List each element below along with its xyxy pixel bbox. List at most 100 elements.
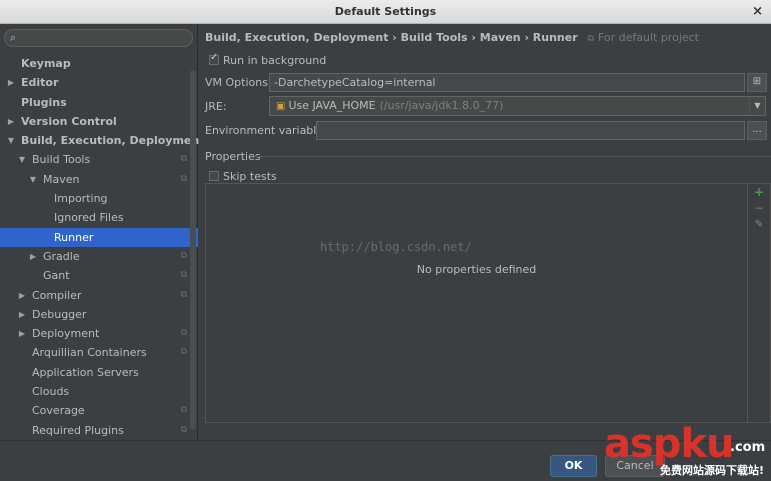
- vm-options-label: VM Options:: [205, 76, 272, 89]
- logo-com: .com: [730, 440, 766, 455]
- chevron-down-icon[interactable]: ▼: [28, 170, 38, 189]
- sidebar-item[interactable]: ▶ Version Control: [0, 112, 198, 131]
- sidebar-item-label: Clouds: [32, 385, 70, 399]
- project-level-icon: ⧉: [180, 424, 187, 435]
- sidebar-item-label: Version Control: [21, 114, 117, 128]
- sidebar-item[interactable]: ▼ Build Tools ⧉: [0, 150, 198, 169]
- search-input[interactable]: ⌕: [4, 29, 193, 47]
- sidebar-item[interactable]: ▶ Deployment ⧉: [0, 324, 198, 343]
- vm-options-field[interactable]: -DarchetypeCatalog=internal: [269, 73, 745, 92]
- jre-label: JRE:: [205, 100, 227, 113]
- sidebar-item-label: Ignored Files: [54, 211, 124, 225]
- sidebar-item[interactable]: Plugins: [0, 93, 198, 112]
- chevron-right-icon[interactable]: ▶: [6, 112, 16, 131]
- sidebar-item-label: Required Plugins: [32, 423, 124, 437]
- chevron-down-icon[interactable]: ▼: [6, 131, 16, 150]
- window-title: Default Settings: [334, 5, 437, 18]
- sidebar-item-label: Gradle: [43, 249, 80, 263]
- sidebar-item-label: Application Servers: [32, 365, 139, 379]
- properties-title: Properties: [205, 150, 261, 163]
- properties-toolbar: + − ✎: [748, 183, 771, 423]
- logo-asp: asp: [604, 421, 681, 467]
- project-icon: ⧉: [587, 34, 594, 44]
- project-level-icon: ⧉: [180, 328, 187, 339]
- settings-sidebar: ⌕ Keymap ▶ Editor Plugins ▶ Version Control ▼ B…: [0, 24, 205, 440]
- sidebar-item-label: Plugins: [21, 95, 67, 109]
- breadcrumb-path: Build, Execution, Deployment › Build Too…: [205, 31, 578, 44]
- logo-tagline: 免费网站源码下载站!: [660, 464, 765, 477]
- skip-tests-checkbox[interactable]: Skip tests: [209, 170, 277, 183]
- sidebar-item-label: Importing: [54, 192, 108, 206]
- chevron-down-icon[interactable]: ▼: [17, 150, 27, 169]
- sidebar-item[interactable]: ▶ Compiler ⧉: [0, 286, 198, 305]
- add-icon[interactable]: +: [748, 185, 770, 199]
- sidebar-item[interactable]: ▼ Build, Execution, Deployment: [0, 131, 205, 150]
- env-vars-label: Environment variables:: [205, 124, 333, 137]
- ok-button[interactable]: OK: [550, 455, 597, 477]
- sidebar-item[interactable]: Required Plugins ⧉: [0, 421, 198, 440]
- properties-table[interactable]: http://blog.csdn.net/ No properties defi…: [205, 183, 748, 423]
- sidebar-item[interactable]: Ignored Files: [0, 208, 198, 227]
- folder-icon: ▣: [276, 101, 286, 112]
- project-level-icon: ⧉: [180, 250, 187, 261]
- checkbox-box[interactable]: [209, 171, 219, 181]
- sidebar-item[interactable]: Application Servers: [0, 363, 198, 382]
- remove-icon[interactable]: −: [748, 201, 770, 215]
- sidebar-item[interactable]: Coverage ⧉: [0, 401, 198, 420]
- project-level-icon: ⧉: [180, 405, 187, 416]
- chevron-right-icon[interactable]: ▶: [17, 305, 27, 324]
- sidebar-item[interactable]: Gant ⧉: [0, 266, 198, 285]
- chevron-right-icon[interactable]: ▶: [28, 247, 38, 266]
- run-in-background-label: Run in background: [223, 54, 327, 67]
- close-icon[interactable]: ×: [752, 0, 763, 23]
- breadcrumb-hint: For default project: [597, 31, 699, 44]
- env-vars-browse-button[interactable]: ...: [747, 121, 767, 140]
- jre-value: Use JAVA_HOME: [288, 99, 376, 112]
- env-vars-field[interactable]: [316, 121, 745, 140]
- chevron-right-icon[interactable]: ▶: [17, 324, 27, 343]
- properties-empty-text: No properties defined: [416, 263, 537, 276]
- properties-separator: [255, 156, 771, 157]
- sidebar-item[interactable]: ▶ Editor: [0, 73, 198, 92]
- jre-path: (/usr/java/jdk1.8.0_77): [379, 99, 504, 112]
- run-in-background-checkbox[interactable]: Run in background: [209, 52, 327, 67]
- sidebar-item-label: Maven: [43, 172, 80, 186]
- sidebar-item[interactable]: Arquillian Containers ⧉: [0, 343, 198, 362]
- sidebar-item[interactable]: Runner: [0, 227, 198, 247]
- chevron-right-icon[interactable]: ▶: [17, 286, 27, 305]
- sidebar-item[interactable]: Importing: [0, 189, 198, 208]
- settings-tree: Keymap ▶ Editor Plugins ▶ Version Control ▼ Bui…: [0, 54, 205, 440]
- sidebar-item-label: Gant: [43, 269, 70, 283]
- sidebar-item[interactable]: Clouds: [0, 382, 198, 401]
- search-icon: ⌕: [10, 31, 17, 44]
- sidebar-item-label: Build Tools: [32, 153, 91, 167]
- checkbox-box[interactable]: [209, 52, 219, 65]
- jre-select[interactable]: ▣ Use JAVA_HOME (/usr/java/jdk1.8.0_77) ▼: [269, 96, 766, 116]
- sidebar-item-label: Compiler: [32, 288, 82, 302]
- sidebar-item[interactable]: ▶ Debugger: [0, 305, 198, 324]
- project-level-icon: ⧉: [180, 289, 187, 300]
- project-level-icon: ⧉: [180, 270, 187, 281]
- sidebar-item[interactable]: Keymap: [0, 54, 198, 73]
- project-level-icon: ⧉: [180, 173, 187, 184]
- watermark-text: http://blog.csdn.net/: [320, 240, 472, 254]
- breadcrumb: Build, Execution, Deployment › Build Too…: [205, 31, 699, 44]
- sidebar-scrollbar[interactable]: [190, 70, 196, 430]
- sidebar-item-label: Editor: [21, 76, 59, 90]
- settings-panel: Build, Execution, Deployment › Build Too…: [199, 24, 771, 440]
- chevron-right-icon[interactable]: ▶: [6, 73, 16, 92]
- window-titlebar: Default Settings ×: [0, 0, 771, 24]
- sidebar-item-label: Arquillian Containers: [32, 346, 147, 360]
- skip-tests-label: Skip tests: [223, 170, 277, 183]
- sidebar-item-label: Deployment: [32, 327, 100, 341]
- chevron-down-icon[interactable]: ▼: [749, 97, 765, 115]
- expand-icon[interactable]: ⊞: [747, 73, 767, 92]
- edit-icon[interactable]: ✎: [748, 219, 770, 230]
- sidebar-item-label: Runner: [54, 230, 94, 244]
- sidebar-item[interactable]: ▼ Maven ⧉: [0, 170, 198, 189]
- logo-brand: aspku: [604, 421, 735, 467]
- project-level-icon: ⧉: [180, 154, 187, 165]
- sidebar-item[interactable]: ▶ Gradle ⧉: [0, 247, 198, 266]
- sidebar-item-label: Build, Execution, Deployment: [21, 134, 205, 148]
- logo-ku: ku: [680, 421, 734, 467]
